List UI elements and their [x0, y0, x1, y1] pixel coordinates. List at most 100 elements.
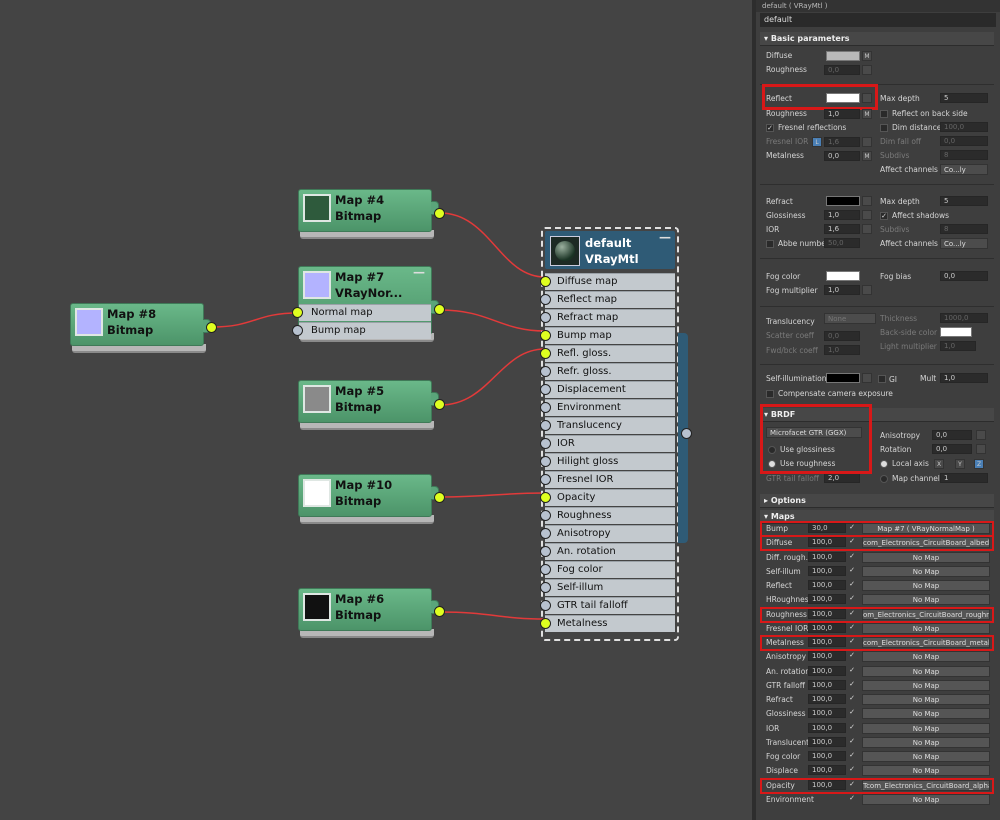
slot-normal-map[interactable]: Normal map — [299, 304, 431, 321]
material-slot[interactable]: Bump map — [545, 327, 675, 344]
material-slot[interactable]: Refl. gloss. — [545, 345, 675, 362]
fog-multiplier-spinner[interactable]: 1,0 — [824, 285, 860, 295]
node-editor-canvas[interactable]: Map #4 Bitmap Map #7 VRayNor... — Normal… — [0, 0, 752, 820]
output-socket[interactable] — [434, 208, 445, 219]
map-amount-spinner[interactable]: 100,0 — [808, 765, 846, 776]
material-input-socket[interactable] — [540, 546, 551, 557]
compensate-camera-checkbox[interactable] — [766, 390, 774, 398]
map-enable-checkbox[interactable]: ✓ — [848, 595, 856, 603]
refract-max-depth-spinner[interactable]: 5 — [940, 196, 988, 206]
map-slot-button[interactable]: No Map — [862, 622, 990, 634]
fog-bias-spinner[interactable]: 0,0 — [940, 271, 988, 281]
fog-multiplier-map-button[interactable] — [862, 285, 872, 295]
dim-distance-spinner[interactable]: 100,0 — [940, 122, 988, 132]
map-enable-checkbox[interactable]: ✓ — [848, 680, 856, 689]
reflect-back-checkbox[interactable] — [880, 110, 888, 118]
self-illumination-swatch[interactable] — [826, 373, 860, 383]
subdivs-spinner[interactable]: 8 — [940, 150, 988, 160]
input-socket-normal[interactable] — [292, 307, 303, 318]
map-enable-checkbox[interactable]: ✓ — [848, 794, 856, 803]
output-socket[interactable] — [434, 492, 445, 503]
map-amount-spinner[interactable]: 100,0 — [808, 622, 846, 633]
anisotropy-spinner[interactable]: 0,0 — [932, 430, 972, 440]
material-slot[interactable]: Environment — [545, 399, 675, 416]
map-amount-spinner[interactable]: 100,0 — [808, 665, 846, 676]
material-input-socket[interactable] — [540, 456, 551, 467]
fresnel-ior-spinner[interactable]: 1,6 — [824, 137, 860, 147]
material-input-socket[interactable] — [540, 330, 551, 341]
map-enable-checkbox[interactable]: ✓ — [848, 695, 856, 703]
map-enable-checkbox[interactable]: ✓ — [848, 581, 856, 589]
map-slot-button[interactable]: No Map — [862, 651, 990, 663]
refract-affect-channels-dropdown[interactable]: Co...ly — [940, 238, 988, 249]
fwd-bck-coeff-spinner[interactable]: 1,0 — [824, 345, 860, 355]
map-slot-button[interactable]: No Map — [862, 580, 990, 591]
map-enable-checkbox[interactable]: ✓ — [848, 752, 856, 760]
node-map5[interactable]: Map #5 Bitmap — [298, 380, 445, 430]
gi-checkbox[interactable] — [878, 375, 886, 383]
output-socket[interactable] — [434, 606, 445, 617]
roughness-spinner[interactable]: 0,0 — [824, 65, 860, 75]
material-slot[interactable]: Displacement — [545, 381, 675, 398]
map-slot-button[interactable]: No Map — [862, 565, 990, 577]
material-input-socket[interactable] — [540, 402, 551, 413]
map-amount-spinner[interactable]: 100,0 — [808, 565, 846, 576]
material-slot[interactable]: Hilight gloss — [545, 453, 675, 470]
fresnel-ior-lock-button[interactable]: L — [812, 137, 822, 147]
material-slot[interactable]: An. rotation — [545, 543, 675, 560]
rotation-spinner[interactable]: 0,0 — [932, 444, 972, 454]
map-enable-checkbox[interactable]: ✓ — [848, 723, 856, 732]
material-name-field[interactable]: default — [760, 13, 996, 27]
refract-swatch[interactable] — [826, 196, 860, 206]
anisotropy-map-button[interactable] — [976, 430, 986, 440]
abbe-spinner[interactable]: 50,0 — [824, 238, 860, 248]
input-socket-bump[interactable] — [292, 325, 303, 336]
material-slot[interactable]: Opacity — [545, 489, 675, 506]
material-input-socket[interactable] — [540, 420, 551, 431]
node-vraymtl[interactable]: default VRayMtl — Diffuse map Reflect map… — [540, 227, 692, 641]
map-enable-checkbox[interactable]: ✓ — [848, 652, 856, 660]
material-input-socket[interactable] — [540, 474, 551, 485]
map-channel-spinner[interactable]: 1 — [940, 473, 988, 483]
dim-distance-checkbox[interactable] — [880, 124, 888, 132]
material-input-socket[interactable] — [540, 348, 551, 359]
map-amount-spinner[interactable]: 100,0 — [808, 751, 846, 761]
max-depth-spinner[interactable]: 5 — [940, 93, 988, 103]
material-slot[interactable]: Fresnel IOR — [545, 471, 675, 488]
material-slot[interactable]: GTR tail falloff — [545, 597, 675, 614]
axis-z-button[interactable]: Z — [974, 459, 984, 469]
map-slot-button[interactable]: No Map — [862, 679, 990, 691]
map-enable-checkbox[interactable]: ✓ — [848, 766, 856, 774]
material-slot[interactable]: Diffuse map — [545, 273, 675, 290]
axis-y-button[interactable]: Y — [955, 459, 965, 469]
map-slot-button[interactable]: No Map — [862, 793, 990, 805]
thickness-spinner[interactable]: 1000,0 — [940, 313, 988, 323]
affect-shadows-checkbox[interactable]: ✓ — [880, 212, 888, 220]
collapse-icon[interactable]: — — [413, 265, 425, 279]
material-slot[interactable]: Refract map — [545, 309, 675, 326]
material-output-socket[interactable] — [681, 428, 692, 439]
map-amount-spinner[interactable]: 100,0 — [808, 594, 846, 605]
map-enable-checkbox[interactable]: ✓ — [848, 552, 856, 561]
map-slot-button[interactable]: No Map — [862, 708, 990, 720]
material-input-socket[interactable] — [540, 564, 551, 575]
node-map10[interactable]: Map #10 Bitmap — [298, 474, 445, 524]
map-amount-spinner[interactable]: 100,0 — [808, 651, 846, 662]
material-slot[interactable]: Self-illum — [545, 579, 675, 596]
map-slot-button[interactable]: No Map — [862, 722, 990, 734]
map-slot-button[interactable]: No Map — [862, 765, 990, 777]
output-socket[interactable] — [434, 304, 445, 315]
reflect-gloss-spinner[interactable]: 1,0 — [824, 109, 860, 119]
fog-color-swatch[interactable] — [826, 271, 860, 281]
material-input-socket[interactable] — [540, 600, 551, 611]
material-input-socket[interactable] — [540, 366, 551, 377]
self-illumination-map-button[interactable] — [862, 373, 872, 383]
translucency-dropdown[interactable]: None — [824, 313, 876, 324]
node-map6[interactable]: Map #6 Bitmap — [298, 588, 445, 638]
map-slot-button[interactable]: No Map — [862, 751, 990, 762]
metalness-map-button[interactable]: M — [862, 151, 872, 161]
map-enable-checkbox[interactable]: ✓ — [848, 737, 856, 746]
material-input-socket[interactable] — [540, 384, 551, 395]
output-socket[interactable] — [434, 399, 445, 410]
material-slot[interactable]: Metalness — [545, 615, 675, 632]
